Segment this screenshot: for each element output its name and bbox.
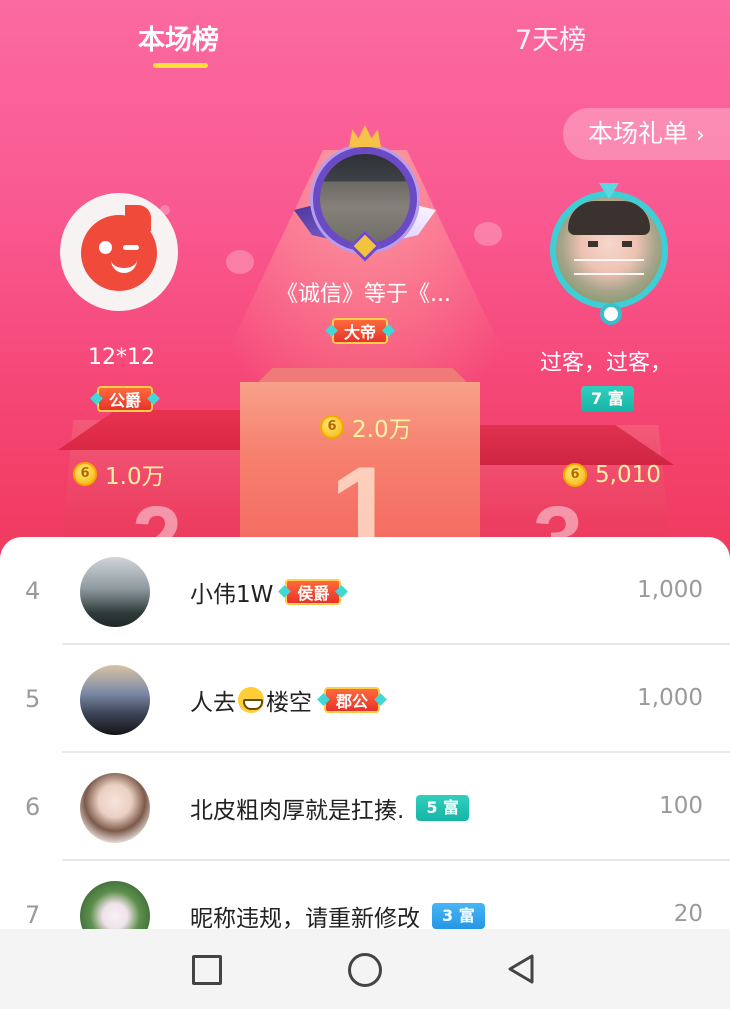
first-place-name[interactable]: 《诚信》等于《... (276, 276, 451, 308)
square-icon[interactable] (192, 955, 222, 985)
list-item[interactable]: 6 北皮粗肉厚就是扛揍. 5 富 100 (0, 753, 730, 861)
score-value: 1,000 (637, 685, 703, 711)
tab-bar: 本场榜 7天榜 (0, 18, 730, 78)
amount-value: 5,010 (595, 462, 661, 488)
wealth-level-badge: 3 富 (432, 903, 485, 929)
third-place-name[interactable]: 过客，过客， (540, 345, 672, 377)
avatar-third[interactable] (544, 183, 676, 325)
score-value: 1,000 (637, 577, 703, 603)
list-item[interactable]: 5 人去 楼空 郡公 1,000 (0, 645, 730, 753)
coin-icon: 6 (73, 462, 97, 486)
decor-bubble (226, 250, 254, 274)
user-name-text: 楼空 (266, 690, 312, 716)
avatar-second[interactable] (60, 193, 178, 311)
coin-icon: 6 (563, 463, 587, 487)
user-name: 小伟1W 侯爵 (190, 575, 342, 609)
amount-value: 2.0万 (352, 417, 412, 443)
avatar[interactable] (80, 557, 150, 627)
wealth-level-badge: 5 富 (416, 795, 470, 821)
podium-second-top (58, 410, 250, 450)
list-item[interactable]: 7 昵称违规，请重新修改 3 富 20 (0, 861, 730, 937)
grin-emoji-icon (238, 687, 264, 713)
leaderboard-hero: 本场榜 7天榜 本场礼单 › 1 2 3 《诚信》等于《... 12*12 过客… (0, 0, 730, 570)
avatar-third-photo (550, 191, 668, 309)
score-value: 20 (673, 901, 703, 927)
score-value: 100 (659, 793, 703, 819)
user-name: 人去 楼空 郡公 (190, 683, 381, 717)
ring-icon (600, 303, 622, 325)
user-name-text: 北皮粗肉厚就是扛揍. (190, 798, 405, 824)
back-triangle-icon[interactable] (506, 953, 536, 985)
user-name-text: 人去 (190, 690, 236, 716)
wealth-level-badge: 7 富 (581, 386, 634, 412)
third-place-amount: 6 5,010 (563, 462, 661, 488)
user-name: 北皮粗肉厚就是扛揍. 5 富 (190, 791, 470, 825)
tab-7-days[interactable]: 7天榜 (515, 18, 586, 57)
rank-number: 6 (25, 793, 41, 821)
user-name: 昵称违规，请重新修改 3 富 (190, 899, 485, 933)
active-tab-indicator (153, 63, 208, 68)
tab-this-session[interactable]: 本场榜 (138, 18, 219, 57)
second-place-name[interactable]: 12*12 (88, 345, 155, 370)
decor-bubble (474, 222, 502, 246)
user-name-text: 小伟1W (190, 582, 274, 608)
ranking-list: 4 小伟1W 侯爵 1,000 5 人去 楼空 郡公 1,000 6 北皮粗肉厚… (0, 537, 730, 937)
rank-number: 5 (25, 685, 41, 713)
wink-face-icon (81, 205, 157, 291)
noble-badge: 侯爵 (285, 579, 342, 605)
rank-number: 4 (25, 577, 41, 605)
second-place-amount: 6 1.0万 (73, 457, 165, 491)
list-item[interactable]: 4 小伟1W 侯爵 1,000 (0, 537, 730, 645)
avatar[interactable] (80, 665, 150, 735)
noble-badge: 大帝 (332, 318, 389, 344)
noble-badge: 公爵 (97, 386, 154, 412)
avatar[interactable] (80, 773, 150, 843)
avatar-first[interactable] (294, 125, 436, 262)
amount-value: 1.0万 (105, 464, 165, 490)
rank-number: 7 (25, 901, 41, 929)
crown-icon (349, 125, 381, 147)
circle-icon[interactable] (348, 953, 382, 987)
gift-list-label: 本场礼单 (588, 119, 689, 148)
first-place-amount: 6 2.0万 (320, 410, 412, 444)
chevron-right-icon: › (696, 123, 705, 148)
gift-list-button[interactable]: 本场礼单 › (563, 108, 730, 160)
coin-icon: 6 (320, 415, 344, 439)
noble-badge: 郡公 (324, 687, 381, 713)
system-nav-bar (0, 929, 730, 1009)
user-name-text: 昵称违规，请重新修改 (190, 906, 420, 932)
